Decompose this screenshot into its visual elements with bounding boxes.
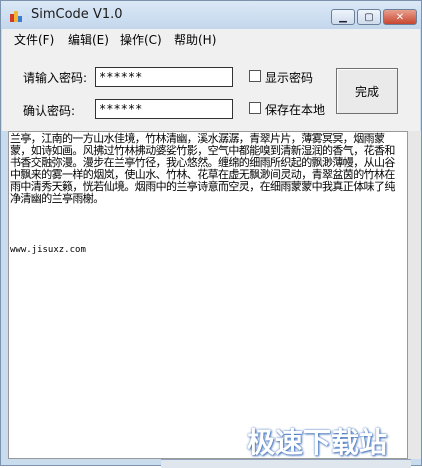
- close-icon: ✕: [395, 11, 405, 23]
- menu-file[interactable]: 文件(F): [14, 31, 54, 48]
- maximize-icon: ▢: [364, 11, 374, 23]
- vertical-scrollbar[interactable]: [408, 131, 421, 459]
- password-panel: 请输入密码: ****** 显示密码 确认密码: ****** 保存在本地 完成: [2, 49, 420, 131]
- title-bar[interactable]: SimCode V1.0 ▁ ▢ ✕: [1, 1, 421, 29]
- confirm-password-input[interactable]: ******: [95, 99, 233, 119]
- done-button[interactable]: 完成: [336, 68, 398, 114]
- minimize-icon: ▁: [339, 11, 347, 23]
- save-local-checkbox[interactable]: [249, 102, 261, 114]
- window-title: SimCode V1.0: [31, 7, 123, 22]
- menu-bar: 文件(F) 编辑(E) 操作(C) 帮助(H): [2, 29, 420, 49]
- content-text: 兰亭，江南的一方山水佳境，竹林清幽，溪水潺潺，青翠片片，薄雾冥冥，烟雨蒙蒙，如诗…: [10, 132, 395, 205]
- app-icon: [10, 11, 22, 22]
- menu-help[interactable]: 帮助(H): [174, 31, 216, 48]
- password-input[interactable]: ******: [95, 67, 233, 87]
- maximize-button[interactable]: ▢: [357, 9, 381, 25]
- confirm-label: 确认密码:: [23, 104, 76, 118]
- content-textarea[interactable]: 兰亭，江南的一方山水佳境，竹林清幽，溪水潺潺，青翠片片，薄雾冥冥，烟雨蒙蒙，如诗…: [8, 131, 408, 459]
- password-label: 请输入密码:: [23, 71, 88, 85]
- minimize-button[interactable]: ▁: [331, 9, 355, 25]
- show-password-label[interactable]: 显示密码: [265, 69, 313, 86]
- menu-operation[interactable]: 操作(C): [120, 31, 162, 48]
- menu-edit[interactable]: 编辑(E): [68, 31, 109, 48]
- content-url: www.jisuxz.com: [10, 245, 86, 255]
- close-button[interactable]: ✕: [383, 9, 417, 25]
- app-window: SimCode V1.0 ▁ ▢ ✕ 文件(F) 编辑(E) 操作(C) 帮助(…: [0, 0, 422, 468]
- save-local-label[interactable]: 保存在本地: [265, 101, 325, 118]
- watermark-logo: 极速下载站: [247, 426, 388, 459]
- show-password-checkbox[interactable]: [249, 70, 261, 82]
